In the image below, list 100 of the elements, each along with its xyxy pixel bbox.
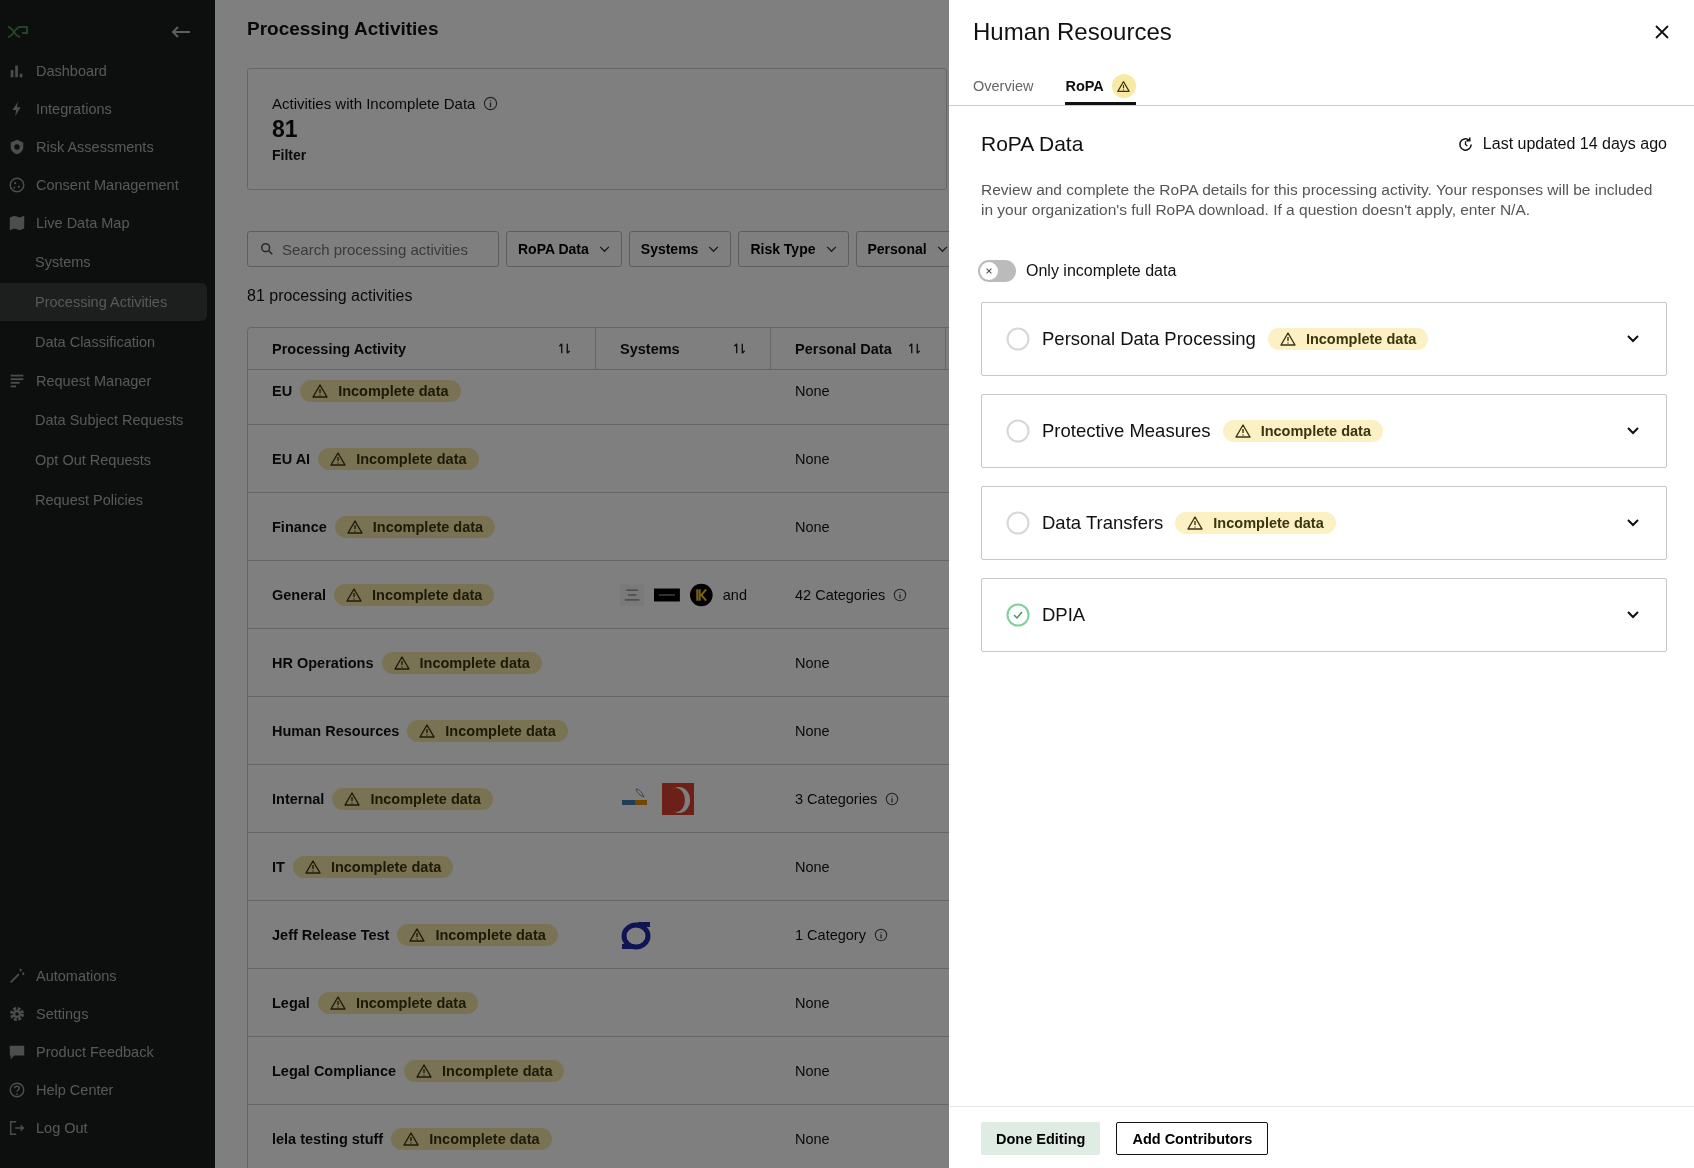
- warning-icon: [393, 654, 410, 671]
- toggle-switch[interactable]: [978, 260, 1016, 282]
- filter-dropdown[interactable]: RoPA Data: [506, 231, 622, 267]
- warning-icon: [419, 722, 436, 739]
- nav-item[interactable]: Request Manager: [0, 363, 207, 399]
- cookie-icon: [8, 176, 26, 194]
- close-icon[interactable]: [1654, 24, 1670, 40]
- warning-icon: [409, 926, 426, 943]
- info-icon[interactable]: [885, 791, 900, 806]
- column-header[interactable]: Systems: [620, 340, 680, 357]
- nav-item[interactable]: Risk Assessments: [0, 129, 207, 165]
- warning-icon: [344, 790, 361, 807]
- activity-name: Internal: [272, 790, 325, 807]
- accordion-title: Protective Measures: [1042, 420, 1211, 442]
- search-field[interactable]: Search processing activities: [247, 231, 499, 267]
- accordion-item[interactable]: Personal Data Processing Incomplete data: [981, 302, 1667, 376]
- ring-logo-icon: [620, 919, 652, 950]
- description-text: Review and complete the RoPA details for this processing activity. Your responses will be included in your organization's full RoPA download. If a question doesn't apply, enter N/A.: [981, 180, 1654, 220]
- sort-icon[interactable]: [558, 342, 571, 355]
- incomplete-badge: Incomplete data: [1222, 420, 1383, 442]
- x-icon: [985, 267, 993, 275]
- chevron-down-icon: [1627, 427, 1639, 435]
- activity-name: Jeff Release Test: [272, 926, 390, 943]
- personal-data-cell: None: [795, 518, 830, 535]
- accordion-item[interactable]: Data Transfers Incomplete data: [981, 486, 1667, 560]
- warning-icon: [346, 586, 362, 603]
- nav-item[interactable]: Dashboard: [0, 53, 207, 89]
- tab[interactable]: Overview: [973, 74, 1034, 105]
- nav-item[interactable]: Product Feedback: [0, 1034, 207, 1070]
- incomplete-badge: Incomplete data: [334, 515, 496, 538]
- add-contributors-button[interactable]: Add Contributors: [1116, 1122, 1269, 1155]
- filter-dropdown[interactable]: Risk Type: [738, 231, 849, 267]
- nav-item[interactable]: Request Policies: [0, 481, 207, 519]
- activity-name: IT: [272, 858, 285, 875]
- info-icon[interactable]: [873, 927, 888, 942]
- personal-data-cell: None: [795, 858, 830, 875]
- warning-icon: [1117, 79, 1131, 93]
- summary-label: Activities with Incomplete Data: [272, 95, 476, 112]
- chevron-down-icon: [1627, 519, 1639, 527]
- warning-icon: [416, 1062, 433, 1079]
- map-icon: [8, 214, 26, 232]
- toggle-label: Only incomplete data: [1026, 262, 1177, 280]
- last-updated-text: Last updated 14 days ago: [1482, 135, 1667, 153]
- incomplete-badge: Incomplete data: [381, 651, 542, 674]
- search-icon: [260, 242, 274, 256]
- nav-item[interactable]: Integrations: [0, 91, 207, 127]
- incomplete-badge: Incomplete data: [397, 923, 558, 946]
- incomplete-badge: Incomplete data: [318, 447, 479, 470]
- incomplete-badge: Incomplete data: [317, 991, 479, 1014]
- modal-backdrop[interactable]: [0, 0, 949, 1168]
- incomplete-badge: Incomplete data: [404, 1059, 565, 1082]
- nav-item[interactable]: Opt Out Requests: [0, 441, 207, 479]
- accordion-title: Personal Data Processing: [1042, 328, 1256, 350]
- nav-item[interactable]: Help Center: [0, 1072, 207, 1108]
- nav-item[interactable]: Settings: [0, 996, 207, 1032]
- chevron-down-icon: [1627, 335, 1639, 343]
- nav-item[interactable]: Data Classification: [0, 323, 207, 361]
- sort-icon[interactable]: [733, 342, 746, 355]
- settings-icon: [8, 1005, 26, 1023]
- column-header[interactable]: Personal Data: [795, 340, 892, 357]
- nav-item[interactable]: Processing Activities: [0, 283, 207, 321]
- history-icon: [1456, 135, 1474, 153]
- activity-name: Human Resources: [272, 722, 400, 739]
- nav-item[interactable]: Consent Management: [0, 167, 207, 203]
- activity-name: HR Operations: [272, 654, 374, 671]
- warning-icon: [312, 382, 329, 399]
- sort-icon[interactable]: [908, 342, 921, 355]
- logout-icon: [8, 1119, 26, 1137]
- activity-name: General: [272, 586, 326, 603]
- incomplete-badge: Incomplete data: [332, 787, 493, 810]
- accordion-item[interactable]: DPIA: [981, 578, 1667, 652]
- chat-icon: [8, 1043, 26, 1061]
- incomplete-badge: Incomplete data: [334, 583, 495, 606]
- warning-icon: [346, 518, 363, 535]
- personal-data-cell: None: [795, 382, 830, 399]
- chevron-down-icon: [1627, 611, 1639, 619]
- app-logo-icon: [7, 25, 29, 39]
- nav-item[interactable]: Automations: [0, 958, 207, 994]
- nav-item[interactable]: Log Out: [0, 1110, 207, 1146]
- personal-data-cell: 3 Categories: [795, 790, 878, 807]
- info-icon[interactable]: [893, 587, 908, 602]
- done-button[interactable]: Done Editing: [981, 1122, 1101, 1155]
- nav-item[interactable]: Data Subject Requests: [0, 401, 207, 439]
- accordion-title: Data Transfers: [1042, 512, 1164, 534]
- activity-name: Finance: [272, 518, 327, 535]
- filter-link[interactable]: Filter: [272, 147, 922, 163]
- personal-data-cell: 42 Categories: [795, 586, 886, 603]
- section-title: RoPA Data: [981, 132, 1084, 156]
- accordion-item[interactable]: Protective Measures Incomplete data: [981, 394, 1667, 468]
- personal-data-cell: None: [795, 450, 830, 467]
- dark-logo-icon: [654, 586, 681, 603]
- warning-icon: [304, 858, 321, 875]
- collapse-arrow-icon[interactable]: [171, 26, 191, 38]
- column-header[interactable]: Processing Activity: [272, 340, 407, 357]
- filter-dropdown[interactable]: Systems: [628, 231, 732, 267]
- nav-item[interactable]: Live Data Map: [0, 205, 207, 241]
- accordion-title: DPIA: [1042, 604, 1086, 626]
- shield-icon: [8, 138, 26, 156]
- nav-item[interactable]: Systems: [0, 243, 207, 281]
- tab[interactable]: RoPA: [1065, 74, 1136, 105]
